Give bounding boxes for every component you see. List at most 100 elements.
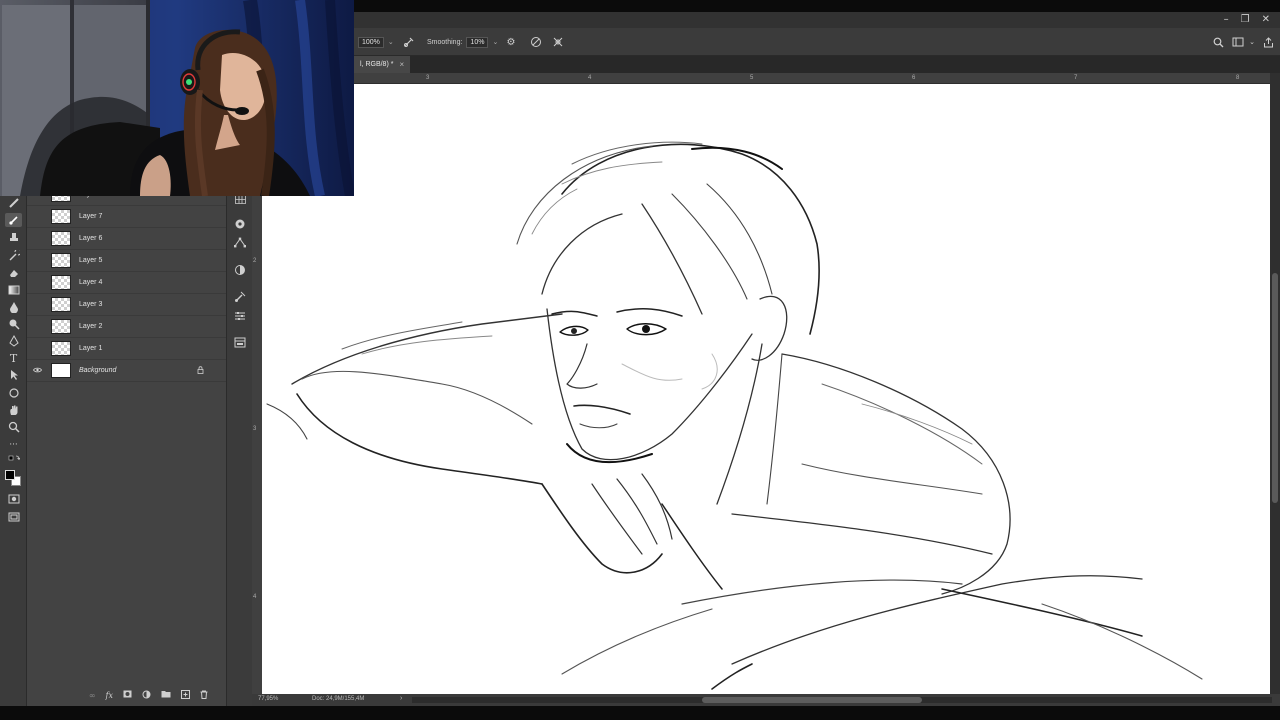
ruler-tick: 2 (253, 258, 257, 264)
layer-row[interactable]: Layer 4 (27, 272, 226, 294)
layer-row[interactable]: Layer 3 (27, 294, 226, 316)
add-mask-icon[interactable] (123, 690, 132, 700)
ruler-tick: 4 (588, 75, 592, 81)
adjustment-layer-icon[interactable] (142, 690, 151, 701)
more-icon[interactable]: ··· (5, 438, 22, 452)
layer-row-background[interactable]: Background (27, 360, 226, 382)
zoom-icon[interactable] (5, 420, 22, 434)
opacity-field[interactable]: 100% (358, 36, 384, 48)
ruler-tick: 6 (912, 75, 916, 81)
vertical-scrollbar[interactable] (1270, 73, 1280, 694)
zoom-level[interactable]: 77,95% (258, 696, 278, 702)
opacity-control[interactable]: 100% ⌄ (358, 36, 394, 48)
layers-panel: Layer 8 Layer 7 Layer 6 Layer 5 Layer 4 … (27, 187, 226, 706)
new-layer-icon[interactable] (181, 689, 190, 701)
ruler-tick: 7 (1074, 75, 1078, 81)
symmetry-icon[interactable] (551, 35, 565, 49)
paths-icon[interactable] (233, 235, 247, 249)
chevron-down-icon[interactable]: ⌄ (1245, 35, 1259, 49)
layer-name: Background (79, 367, 117, 374)
link-layers-icon[interactable]: ∞ (89, 691, 96, 700)
foreground-color-swatch[interactable] (5, 470, 15, 480)
panel-dock (226, 194, 252, 706)
blur-icon[interactable] (5, 300, 22, 314)
adjust-icon[interactable] (233, 263, 247, 277)
type-icon[interactable]: T (5, 351, 22, 365)
chevron-down-icon[interactable]: ⌄ (388, 38, 394, 46)
layer-thumbnail (51, 297, 71, 312)
drawing-canvas[interactable] (262, 84, 1270, 694)
layer-thumbnail (51, 275, 71, 290)
ruler-tick: 5 (750, 75, 754, 81)
scrollbar-thumb[interactable] (1272, 273, 1278, 503)
lock-icon[interactable] (197, 365, 204, 376)
dodge-icon[interactable] (5, 317, 22, 331)
document-tab[interactable]: l, RGB/8) * × (354, 56, 411, 73)
layer-name: Layer 5 (79, 257, 103, 264)
layer-name: Layer 7 (79, 213, 103, 220)
webcam-overlay (0, 0, 354, 196)
workspace-icon[interactable] (1231, 35, 1245, 49)
ruler-tick: 3 (426, 75, 430, 81)
ellipse-icon[interactable] (5, 386, 22, 400)
swap-colors-icon[interactable] (5, 454, 22, 464)
layer-name: Layer 1 (79, 345, 103, 352)
screen-mode-icon[interactable] (5, 510, 22, 524)
layer-row[interactable]: Layer 1 (27, 338, 226, 360)
ruler-icon[interactable] (5, 196, 22, 210)
search-icon[interactable] (1211, 35, 1225, 49)
streamer-webcam-image (0, 0, 354, 196)
ruler-tick: 3 (253, 426, 257, 432)
layer-row[interactable]: Layer 6 (27, 228, 226, 250)
window-controls: – ❐ ✕ (1224, 12, 1270, 28)
sketch-drawing (266, 141, 1203, 690)
close-button[interactable]: ✕ (1262, 12, 1270, 28)
smoothing-control: Smoothing: 10% ⌄ (427, 36, 498, 48)
ruler-tick: 8 (1236, 75, 1240, 81)
layer-name: Layer 4 (79, 279, 103, 286)
smoothing-field[interactable]: 10% (466, 36, 489, 48)
doc-info: Doc: 24,9M/155,4M (312, 696, 365, 702)
restore-button[interactable]: ❐ (1241, 12, 1250, 28)
stamp-icon[interactable] (5, 231, 22, 245)
airbrush-icon[interactable] (402, 35, 416, 49)
layer-thumbnail (51, 363, 71, 378)
chevron-right-icon[interactable]: › (400, 695, 402, 702)
eye-icon[interactable] (33, 366, 43, 375)
gear-icon[interactable]: ⚙ (504, 35, 518, 49)
layer-row[interactable]: Layer 2 (27, 316, 226, 338)
close-icon[interactable]: × (399, 60, 404, 69)
chevron-down-icon[interactable]: ⌄ (492, 38, 498, 46)
gradient-icon[interactable] (5, 283, 22, 297)
smoothing-label: Smoothing: (427, 38, 463, 46)
layer-name: Layer 6 (79, 235, 103, 242)
layer-row[interactable]: Layer 5 (27, 250, 226, 272)
layer-thumbnail (51, 319, 71, 334)
libraries-icon[interactable] (233, 335, 247, 349)
layer-thumbnail (51, 253, 71, 268)
horizontal-scrollbar[interactable] (412, 697, 1272, 703)
layer-thumbnail (51, 231, 71, 246)
swatches-icon[interactable] (233, 217, 247, 231)
folder-icon[interactable] (161, 690, 171, 700)
document-tab-label: l, RGB/8) * (360, 61, 394, 68)
history-brush-icon[interactable] (5, 249, 22, 263)
quick-mask-icon[interactable] (5, 492, 22, 506)
scrollbar-thumb[interactable] (702, 697, 922, 703)
share-icon[interactable] (1261, 35, 1275, 49)
properties-icon[interactable] (233, 309, 247, 323)
layer-row[interactable]: Layer 7 (27, 206, 226, 228)
minimize-button[interactable]: – (1224, 12, 1229, 28)
hand-icon[interactable] (5, 403, 22, 417)
layer-thumbnail (51, 209, 71, 224)
trash-icon[interactable] (200, 690, 208, 701)
path-select-icon[interactable] (5, 368, 22, 382)
pen-icon[interactable] (5, 334, 22, 348)
fx-icon[interactable]: fx (106, 691, 113, 700)
brush-icon[interactable] (5, 213, 22, 227)
brush-settings-icon[interactable] (233, 290, 247, 304)
eraser-icon[interactable] (5, 266, 22, 280)
pressure-icon[interactable] (529, 35, 543, 49)
photoshop-window: – ❐ ✕ 100% ⌄ Smoothing: 10% ⌄ ⚙ ⌄ l, RGB… (0, 0, 1280, 720)
ruler-left: 2 3 4 (252, 196, 262, 694)
